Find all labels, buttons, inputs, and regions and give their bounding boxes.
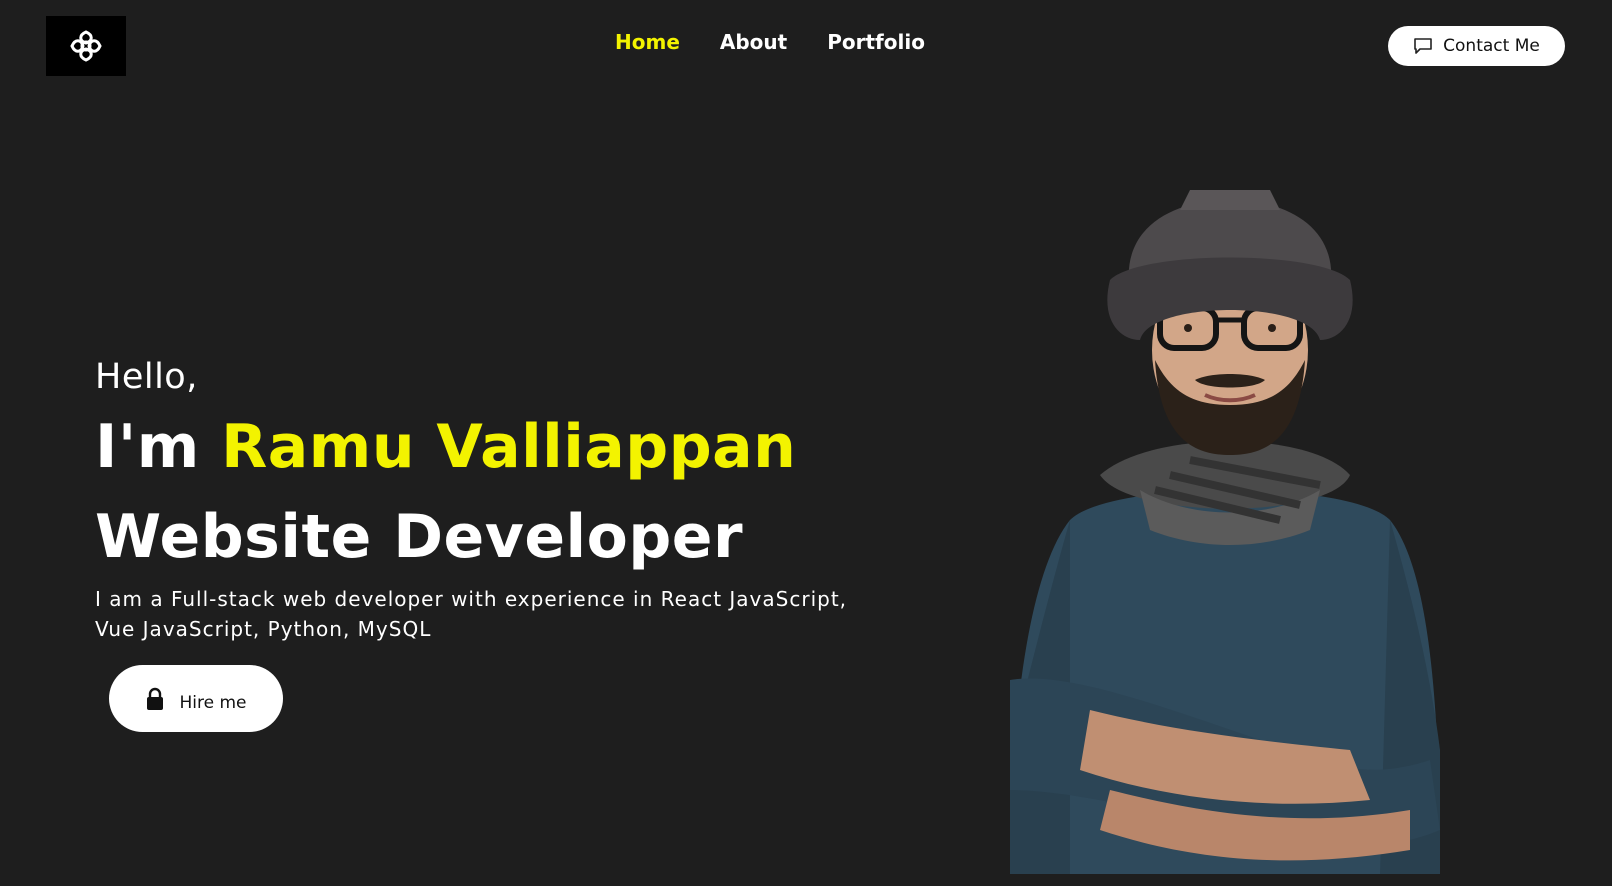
site-logo[interactable] xyxy=(46,16,126,76)
hire-me-button[interactable]: Hire me xyxy=(109,665,283,732)
lock-icon xyxy=(147,687,164,710)
description-line-1: I am a Full-stack web developer with exp… xyxy=(95,587,848,611)
role-heading: Website Developer xyxy=(95,502,744,572)
contact-me-label: Contact Me xyxy=(1443,36,1540,56)
name-prefix: I'm xyxy=(95,412,200,482)
hero-section: Hello, I'm Ramu Valliappan Website Devel… xyxy=(95,352,915,644)
page: Home About Portfolio Contact Me Hello, I… xyxy=(0,0,1612,886)
name-heading: I'm Ramu Valliappan xyxy=(95,402,915,492)
hire-me-label: Hire me xyxy=(179,692,247,713)
developer-name: Ramu Valliappan xyxy=(221,412,797,482)
developer-portrait xyxy=(1010,190,1440,874)
chat-bubble-icon xyxy=(1414,38,1432,54)
knot-logo-icon xyxy=(70,30,102,62)
nav-about[interactable]: About xyxy=(720,30,787,54)
nav-home[interactable]: Home xyxy=(615,30,680,54)
description-line-2: Vue JavaScript, Python, MySQL xyxy=(95,617,432,641)
greeting-text: Hello, xyxy=(95,357,198,397)
contact-me-button[interactable]: Contact Me xyxy=(1388,26,1565,66)
main-nav: Home About Portfolio xyxy=(615,30,925,54)
nav-portfolio[interactable]: Portfolio xyxy=(827,30,925,54)
hero-description: I am a Full-stack web developer with exp… xyxy=(95,584,895,644)
